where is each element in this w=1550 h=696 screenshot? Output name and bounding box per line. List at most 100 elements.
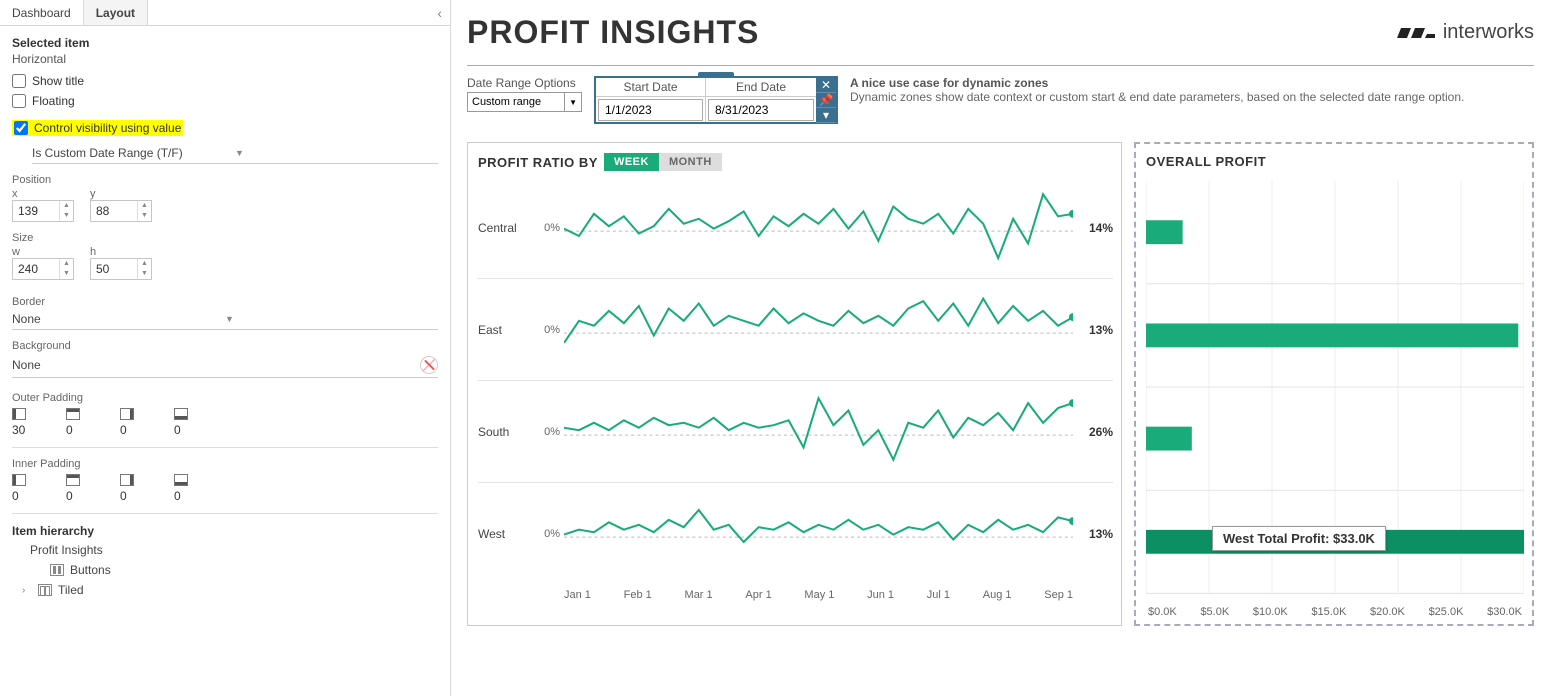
end-label: 14% <box>1073 221 1113 235</box>
pad-right-icon <box>120 474 134 486</box>
end-date-input[interactable]: 8/31/2023 <box>708 99 814 121</box>
show-title-checkbox-row[interactable]: Show title <box>12 74 438 88</box>
inner-pad-right[interactable]: 0 <box>120 474 134 503</box>
background-select[interactable]: None <box>12 352 438 378</box>
region-label: Central <box>478 221 536 235</box>
start-date-col: Start Date 1/1/2023 <box>596 78 706 122</box>
background-header: Background <box>12 340 438 352</box>
date-range-select[interactable]: Custom range ▼ <box>467 92 582 112</box>
hierarchy-root[interactable]: Profit Insights <box>12 540 438 560</box>
start-date-header: Start Date <box>596 78 705 97</box>
overall-profit-xaxis: $0.0K$5.0K$10.0K$15.0K$20.0K$25.0K$30.0K <box>1146 602 1524 618</box>
selected-item-header: Selected item <box>12 36 438 50</box>
brand-logo: interworks <box>1397 21 1534 44</box>
outer-padding-grid: 30 0 0 0 <box>12 408 438 437</box>
description-text: A nice use case for dynamic zones Dynami… <box>850 76 1464 104</box>
visibility-field-select[interactable]: Is Custom Date Range (T/F) ▼ <box>32 146 438 164</box>
end-label: 13% <box>1073 323 1113 337</box>
x-spinner[interactable]: ▲▼ <box>59 201 73 221</box>
control-visibility-checkbox[interactable] <box>14 121 28 135</box>
border-value: None <box>12 312 225 326</box>
x-input[interactable]: 139 ▲▼ <box>12 200 74 222</box>
xaxis-tick: May 1 <box>804 589 834 601</box>
chevron-down-icon: ▼ <box>564 93 577 111</box>
sparkline-row-central: Central0%14% <box>478 177 1113 279</box>
date-range-label: Date Range Options <box>467 76 582 90</box>
hierarchy-tiled[interactable]: ›Tiled <box>12 580 438 600</box>
granularity-segmented: WEEK MONTH <box>604 153 722 171</box>
h-field: h 50 ▲▼ <box>90 246 152 280</box>
y-spinner[interactable]: ▲▼ <box>137 201 151 221</box>
container-icon <box>50 564 64 576</box>
inner-pad-bottom[interactable]: 0 <box>174 474 188 503</box>
page-title: PROFIT INSIGHTS <box>467 14 759 51</box>
bar-south[interactable] <box>1146 427 1192 451</box>
outer-pad-bottom[interactable]: 0 <box>174 408 188 437</box>
chevron-down-icon[interactable]: ▾ <box>816 108 836 123</box>
side-tabs: Dashboard Layout ‹ <box>0 0 450 26</box>
profit-ratio-xaxis: Jan 1Feb 1Mar 1Apr 1May 1Jun 1Jul 1Aug 1… <box>564 585 1073 601</box>
desc-body: Dynamic zones show date context or custo… <box>850 90 1464 104</box>
floating-checkbox[interactable] <box>12 94 26 108</box>
profit-ratio-title: PROFIT RATIO BY WEEK MONTH <box>478 153 1113 171</box>
w-input[interactable]: 240 ▲▼ <box>12 258 74 280</box>
close-icon[interactable]: ✕ <box>816 78 836 93</box>
xaxis-tick: $15.0K <box>1311 606 1346 618</box>
xaxis-tick: $0.0K <box>1148 606 1177 618</box>
end-date-col: End Date 8/31/2023 <box>706 78 816 122</box>
w-spinner[interactable]: ▲▼ <box>59 259 73 279</box>
bar-central[interactable] <box>1146 220 1183 244</box>
inner-pad-left[interactable]: 0 <box>12 474 26 503</box>
overall-profit-chart: OVERALL PROFIT $0.0K$5.0K$10.0K$15.0K$20… <box>1134 142 1534 626</box>
tab-dashboard[interactable]: Dashboard <box>0 0 83 25</box>
xaxis-tick: Apr 1 <box>745 589 771 601</box>
start-date-input[interactable]: 1/1/2023 <box>598 99 703 121</box>
y-value: 88 <box>91 204 137 218</box>
border-select[interactable]: None ▼ <box>12 308 438 330</box>
date-parameters-zone[interactable]: Start Date 1/1/2023 End Date 8/31/2023 ✕… <box>594 76 838 124</box>
xaxis-tick: Mar 1 <box>685 589 713 601</box>
xaxis-tick: $20.0K <box>1370 606 1405 618</box>
border-header: Border <box>12 296 438 308</box>
none-color-swatch-icon <box>420 356 438 374</box>
show-title-checkbox[interactable] <box>12 74 26 88</box>
collapse-panel-icon[interactable]: ‹ <box>429 5 450 21</box>
outer-padding-header: Outer Padding <box>12 392 438 404</box>
tiled-icon <box>38 584 52 596</box>
outer-pad-left[interactable]: 30 <box>12 408 26 437</box>
position-header: Position <box>12 174 438 186</box>
x-value: 139 <box>13 204 59 218</box>
expand-icon[interactable]: › <box>22 585 32 596</box>
pad-left-icon <box>12 474 26 486</box>
hierarchy-buttons[interactable]: Buttons <box>12 560 438 580</box>
seg-week[interactable]: WEEK <box>604 153 659 171</box>
bar-east[interactable] <box>1146 323 1518 347</box>
x-field: x 139 ▲▼ <box>12 188 74 222</box>
w-value: 240 <box>13 262 59 276</box>
zero-label: 0% <box>536 426 564 438</box>
size-header: Size <box>12 232 438 244</box>
date-range-value: Custom range <box>472 96 541 108</box>
zero-label: 0% <box>536 324 564 336</box>
pad-left-icon <box>12 408 26 420</box>
inner-pad-top[interactable]: 0 <box>66 474 80 503</box>
tab-layout[interactable]: Layout <box>83 0 148 25</box>
xaxis-tick: $25.0K <box>1429 606 1464 618</box>
background-value: None <box>12 358 420 372</box>
floating-label: Floating <box>32 94 75 108</box>
seg-month[interactable]: MONTH <box>659 153 722 171</box>
outer-pad-right[interactable]: 0 <box>120 408 134 437</box>
item-hierarchy-header: Item hierarchy <box>12 524 438 538</box>
xaxis-tick: Feb 1 <box>624 589 652 601</box>
layout-properties: Selected item Horizontal Show title Floa… <box>0 26 450 696</box>
end-label: 26% <box>1073 425 1113 439</box>
y-input[interactable]: 88 ▲▼ <box>90 200 152 222</box>
h-spinner[interactable]: ▲▼ <box>137 259 151 279</box>
sparkline-row-east: East0%13% <box>478 279 1113 381</box>
floating-checkbox-row[interactable]: Floating <box>12 94 438 108</box>
tooltip: West Total Profit: $33.0K <box>1212 526 1386 551</box>
pin-icon[interactable]: 📌 <box>816 93 836 108</box>
control-visibility-checkbox-row[interactable]: Control visibility using value <box>12 120 183 136</box>
h-input[interactable]: 50 ▲▼ <box>90 258 152 280</box>
outer-pad-top[interactable]: 0 <box>66 408 80 437</box>
